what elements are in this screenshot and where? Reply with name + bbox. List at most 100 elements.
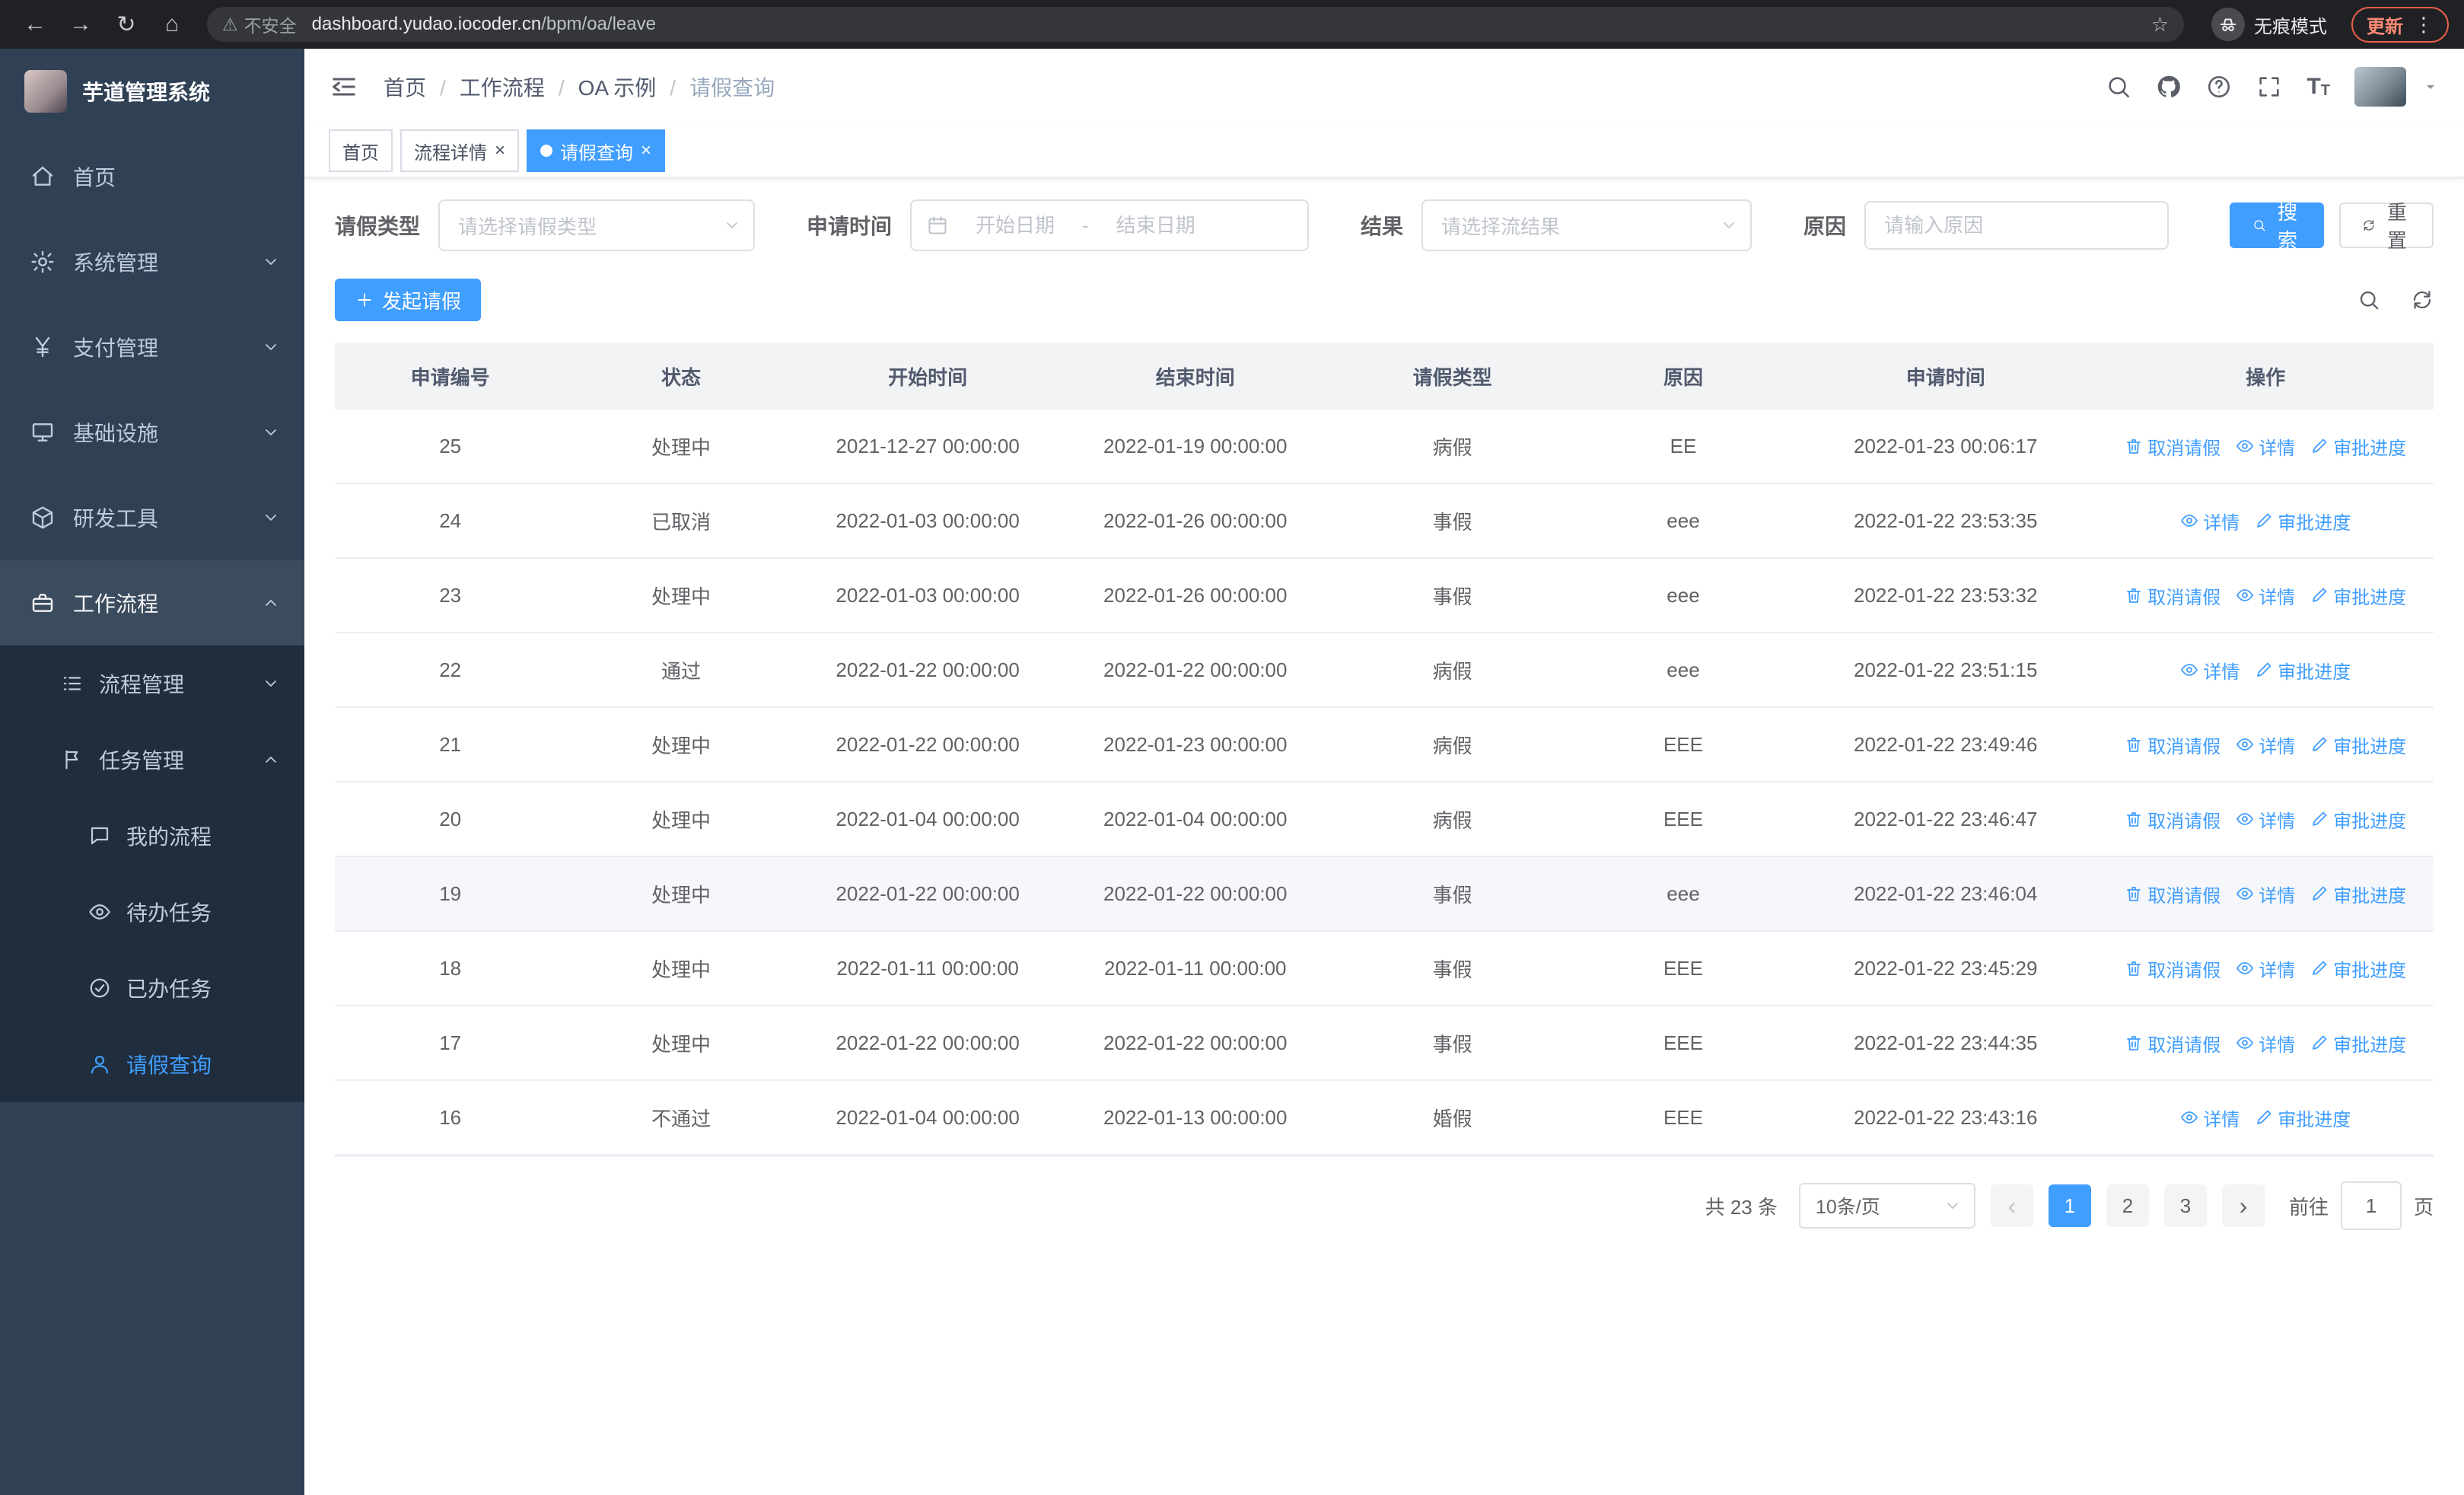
detail-link[interactable]: 详情 [2180,657,2240,684]
view-tab[interactable]: 首页 [329,129,393,172]
bookmark-star-icon[interactable]: ☆ [2151,13,2169,37]
github-icon[interactable] [2156,74,2182,100]
end-date-input[interactable] [1097,212,1214,239]
cancel-leave-link[interactable]: 取消请假 [2125,806,2220,833]
sidebar-subitem[interactable]: 流程管理 [0,645,304,722]
sidebar-subitem[interactable]: 任务管理 [0,722,304,798]
result-select[interactable]: 请选择流结果 [1421,199,1752,251]
trash-icon [2125,959,2143,977]
logo[interactable]: 芋道管理系统 [0,49,304,134]
goto-page-input[interactable] [2340,1181,2402,1230]
cell-leave-type: 病假 [1432,808,1472,832]
breadcrumb-item[interactable]: 首页 [384,72,426,102]
fullscreen-icon[interactable] [2256,74,2282,100]
detail-link[interactable]: 详情 [2180,508,2240,534]
reset-button[interactable]: 重置 [2339,201,2434,252]
cancel-leave-link[interactable]: 取消请假 [2125,1030,2220,1057]
cell-status: 处理中 [651,734,712,757]
browser-menu-icon[interactable]: ⋮ [2414,13,2434,37]
approval-progress-link[interactable]: 审批进度 [2255,1105,2351,1131]
date-range-picker[interactable]: - [910,199,1310,251]
security-badge[interactable]: ⚠ 不安全 [222,11,297,37]
cancel-leave-link[interactable]: 取消请假 [2125,582,2220,609]
cell-leave-type: 事假 [1432,1032,1472,1056]
filter-result: 结果 请选择流结果 [1361,199,1752,251]
next-page-button[interactable]: › [2221,1184,2265,1227]
forward-button[interactable]: → [61,5,100,44]
sidebar-item[interactable]: 支付管理 [0,304,304,390]
table-row: 22 通过 2022-01-22 00:00:00 2022-01-22 00:… [335,633,2434,708]
cell-apply-time: 2022-01-22 23:44:35 [1854,1031,2038,1054]
font-size-icon[interactable]: TT [2306,75,2330,99]
detail-link[interactable]: 详情 [2236,732,2295,758]
detail-link[interactable]: 详情 [2236,1030,2295,1057]
approval-progress-link[interactable]: 审批进度 [2255,508,2351,534]
sidebar-item[interactable]: 系统管理 [0,219,304,304]
approval-progress-link[interactable]: 审批进度 [2310,955,2406,982]
update-button[interactable]: 更新 ⋮ [2351,6,2449,43]
collapse-sidebar-icon[interactable] [329,72,359,102]
detail-link[interactable]: 详情 [2236,806,2295,833]
cancel-leave-link[interactable]: 取消请假 [2125,732,2220,758]
sidebar-item[interactable]: 首页 [0,134,304,219]
cell-apply-id: 20 [439,807,462,830]
chevron-down-icon [262,508,280,527]
reason-input[interactable] [1864,201,2170,250]
approval-progress-link[interactable]: 审批进度 [2310,732,2406,758]
approval-progress-link[interactable]: 审批进度 [2310,1030,2406,1057]
cell-reason: EE [1670,434,1697,457]
breadcrumb-item[interactable]: 工作流程 [426,72,545,102]
sidebar-item-label: 研发工具 [73,507,159,531]
create-leave-button[interactable]: 发起请假 [335,279,482,321]
search-icon[interactable] [2106,74,2131,100]
trash-icon [2125,1034,2143,1052]
breadcrumb-item[interactable]: OA 示例 [545,72,657,102]
reload-button[interactable]: ↻ [107,5,146,44]
approval-progress-link[interactable]: 审批进度 [2310,881,2406,907]
sidebar-subitem-label: 请假查询 [126,1054,212,1077]
caret-down-icon[interactable] [2421,78,2440,96]
cancel-leave-link[interactable]: 取消请假 [2125,881,2220,907]
cancel-leave-link[interactable]: 取消请假 [2125,433,2220,460]
sidebar-item[interactable]: 研发工具 [0,475,304,560]
sidebar-subitem[interactable]: 请假查询 [0,1026,304,1102]
detail-link[interactable]: 详情 [2236,881,2295,907]
avatar[interactable] [2354,67,2406,107]
view-tab[interactable]: 请假查询 [527,129,666,172]
approval-progress-link[interactable]: 审批进度 [2310,582,2406,609]
detail-link[interactable]: 详情 [2236,582,2295,609]
refresh-table-icon[interactable] [2411,288,2434,311]
sidebar-item[interactable]: 基础设施 [0,390,304,475]
home-button[interactable]: ⌂ [152,5,192,44]
start-date-input[interactable] [957,212,1074,239]
detail-link[interactable]: 详情 [2236,433,2295,460]
detail-link[interactable]: 详情 [2236,955,2295,982]
sidebar-subitem[interactable]: 待办任务 [0,874,304,950]
page-size-select[interactable]: 10条/页 [1798,1183,1975,1229]
sidebar-subitem[interactable]: 已办任务 [0,950,304,1026]
page-button[interactable]: 3 [2163,1184,2207,1227]
close-icon[interactable] [495,142,505,160]
approval-progress-link[interactable]: 审批进度 [2255,657,2351,684]
detail-link[interactable]: 详情 [2180,1105,2240,1131]
sidebar-item-label: 工作流程 [73,592,159,616]
help-icon[interactable] [2206,74,2232,100]
breadcrumb-item[interactable]: 请假查询 [656,72,775,102]
sidebar-item[interactable]: 工作流程 [0,560,304,645]
approval-progress-link[interactable]: 审批进度 [2310,806,2406,833]
page-button[interactable]: 1 [2048,1184,2091,1227]
cell-reason: EEE [1663,1105,1703,1129]
back-button[interactable]: ← [15,5,55,44]
address-bar[interactable]: ⚠ 不安全 dashboard.yudao.iocoder.cn/bpm/oa/… [207,7,2184,42]
leave-type-select[interactable]: 请选择请假类型 [438,199,756,251]
page-button[interactable]: 2 [2106,1184,2149,1227]
prev-page-button[interactable]: ‹ [1990,1184,2033,1227]
active-dot [540,145,553,157]
search-button[interactable]: 搜索 [2230,201,2325,252]
view-tab[interactable]: 流程详情 [400,129,520,172]
sidebar-subitem[interactable]: 我的流程 [0,798,304,874]
approval-progress-link[interactable]: 审批进度 [2310,433,2406,460]
close-icon[interactable] [641,142,651,160]
toggle-search-icon[interactable] [2357,288,2380,311]
cancel-leave-link[interactable]: 取消请假 [2125,955,2220,982]
